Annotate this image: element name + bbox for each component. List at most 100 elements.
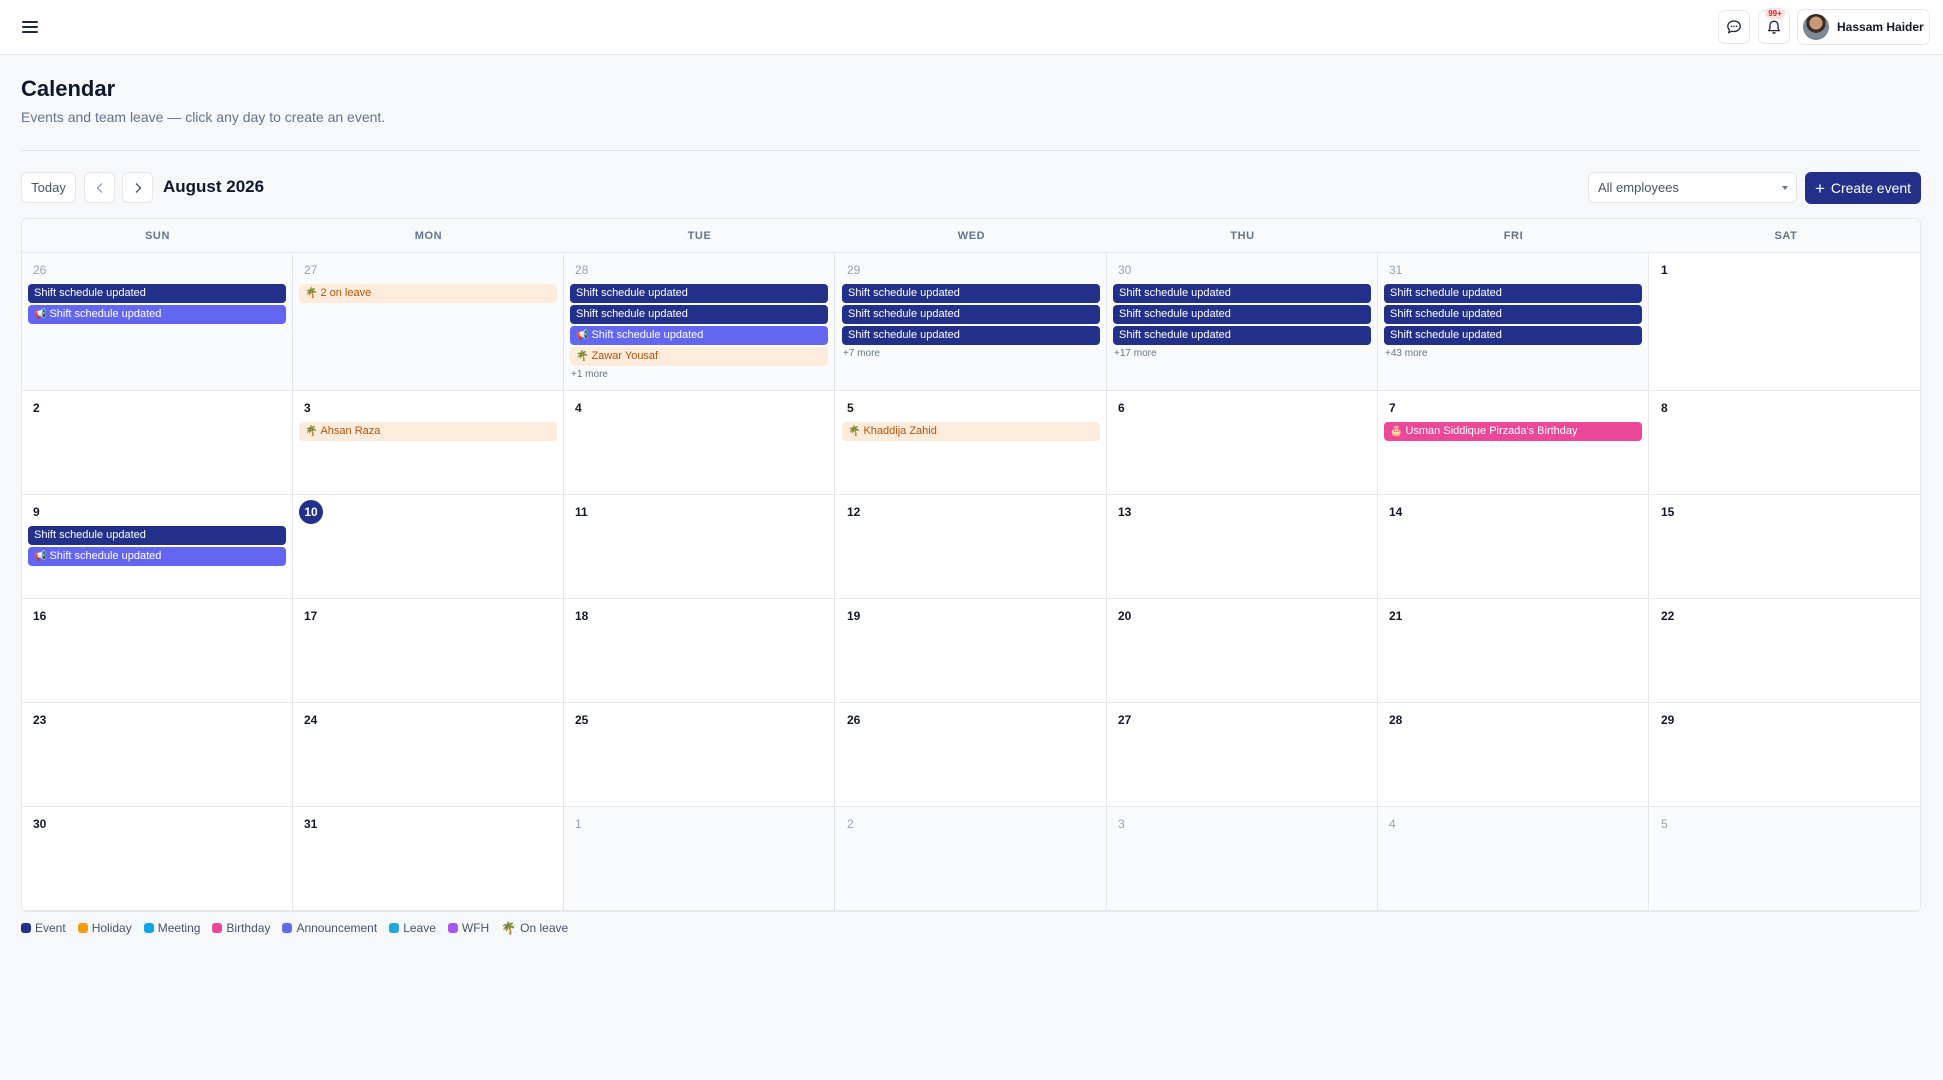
day-number: 7: [1389, 401, 1396, 415]
announcement-chip[interactable]: 📢 Shift schedule updated: [28, 547, 286, 566]
day-cell[interactable]: 27 🌴 2 on leave: [293, 253, 564, 391]
notification-badge: 99+: [1765, 8, 1785, 19]
day-cell[interactable]: 23: [22, 703, 293, 807]
legend-swatch: [143, 923, 154, 933]
announcement-chip[interactable]: 📢 Shift schedule updated: [28, 305, 286, 324]
day-cell[interactable]: 15: [1650, 495, 1920, 599]
weekday-wed: WED: [957, 230, 986, 242]
legend-item: Leave: [389, 921, 436, 935]
day-cell[interactable]: 28 Shift schedule updated Shift schedule u…: [564, 253, 835, 391]
event-label: Khaddija Zahid: [863, 425, 937, 437]
employee-filter-select[interactable]: All employees: [1588, 172, 1797, 203]
day-cell[interactable]: 4: [564, 391, 835, 495]
legend-swatch: [447, 923, 458, 933]
day-number: 28: [1389, 713, 1403, 727]
day-cell[interactable]: 26: [836, 703, 1107, 807]
day-cell[interactable]: 22: [1650, 599, 1920, 703]
leave-chip[interactable]: 🌴 Zawar Yousaf: [570, 347, 828, 366]
leave-chip[interactable]: 🌴 Khaddija Zahid: [842, 422, 1100, 441]
event-label: Zawar Yousaf: [591, 350, 659, 362]
event-label: Shift schedule updated: [591, 329, 704, 341]
day-cell[interactable]: 27: [1107, 703, 1378, 807]
day-cell[interactable]: 5 🌴 Khaddija Zahid: [836, 391, 1107, 495]
event-chip[interactable]: Shift schedule updated: [1113, 305, 1371, 324]
menu-icon[interactable]: [20, 18, 40, 36]
more-events-link[interactable]: +17 more: [1113, 347, 1371, 361]
event-chip[interactable]: Shift schedule updated: [28, 284, 286, 303]
day-cell[interactable]: 28: [1378, 703, 1649, 807]
day-cell[interactable]: 2: [22, 391, 293, 495]
day-events: Shift schedule updated 📢 Shift schedule up…: [28, 284, 286, 326]
day-cell[interactable]: 7 🎂 Usman Siddique Pirzada's Birthday: [1378, 391, 1649, 495]
event-chip[interactable]: Shift schedule updated: [842, 305, 1100, 324]
event-label: Shift schedule updated: [34, 287, 146, 299]
day-cell[interactable]: 2: [836, 807, 1107, 911]
day-cell[interactable]: 10: [293, 495, 564, 599]
event-label: Shift schedule updated: [49, 550, 162, 562]
day-cell[interactable]: 20: [1107, 599, 1378, 703]
event-label: Shift schedule updated: [1119, 308, 1231, 320]
day-cell[interactable]: 1: [564, 807, 835, 911]
next-month-button[interactable]: [122, 172, 153, 203]
event-label: Shift schedule updated: [1390, 287, 1502, 299]
day-cell[interactable]: 21: [1378, 599, 1649, 703]
day-number: 6: [1118, 401, 1125, 415]
day-cell[interactable]: 18: [564, 599, 835, 703]
event-chip[interactable]: Shift schedule updated: [842, 326, 1100, 345]
event-label: Shift schedule updated: [576, 308, 688, 320]
day-number: 26: [33, 263, 47, 277]
day-cell[interactable]: 14: [1378, 495, 1649, 599]
day-number: 3: [304, 401, 311, 415]
notifications-button[interactable]: 99+: [1758, 8, 1790, 44]
day-number: 12: [847, 505, 861, 519]
event-chip[interactable]: Shift schedule updated: [570, 284, 828, 303]
user-menu[interactable]: Hassam Haider: [1797, 9, 1930, 45]
day-cell[interactable]: 29: [1650, 703, 1920, 807]
day-cell[interactable]: 1: [1650, 253, 1920, 391]
day-cell[interactable]: 24: [293, 703, 564, 807]
day-cell[interactable]: 30: [22, 807, 293, 911]
day-cell[interactable]: 6: [1107, 391, 1378, 495]
event-chip[interactable]: Shift schedule updated: [1113, 284, 1371, 303]
event-chip[interactable]: Shift schedule updated: [1384, 305, 1642, 324]
event-chip[interactable]: Shift schedule updated: [842, 284, 1100, 303]
day-cell[interactable]: 3: [1107, 807, 1378, 911]
day-cell[interactable]: 3 🌴 Ahsan Raza: [293, 391, 564, 495]
leave-chip[interactable]: 🌴 Ahsan Raza: [299, 422, 557, 441]
messages-button[interactable]: [1718, 10, 1750, 44]
event-chip[interactable]: Shift schedule updated: [1113, 326, 1371, 345]
employee-filter-value: All employees: [1598, 180, 1679, 195]
day-cell[interactable]: 13: [1107, 495, 1378, 599]
day-cell[interactable]: 26 Shift schedule updated 📢 Shift schedule …: [22, 253, 293, 391]
birthday-chip[interactable]: 🎂 Usman Siddique Pirzada's Birthday: [1384, 422, 1642, 441]
day-cell[interactable]: 31 Shift schedule updated Shift schedule u…: [1378, 253, 1649, 391]
day-cell[interactable]: 16: [22, 599, 293, 703]
event-chip[interactable]: Shift schedule updated: [1384, 284, 1642, 303]
more-events-link[interactable]: +43 more: [1384, 347, 1642, 361]
day-cell[interactable]: 25: [564, 703, 835, 807]
day-cell[interactable]: 30 Shift schedule updated Shift schedule u…: [1107, 253, 1378, 391]
more-events-link[interactable]: +1 more: [570, 368, 828, 382]
day-cell[interactable]: 11: [564, 495, 835, 599]
day-cell[interactable]: 12: [836, 495, 1107, 599]
day-cell[interactable]: 31: [293, 807, 564, 911]
more-events-link[interactable]: +7 more: [842, 347, 1100, 361]
day-cell[interactable]: 5: [1650, 807, 1920, 911]
day-cell[interactable]: 17: [293, 599, 564, 703]
day-number: 11: [575, 505, 588, 519]
day-events: Shift schedule updated Shift schedule upd…: [570, 284, 828, 382]
day-cell[interactable]: 4: [1378, 807, 1649, 911]
today-button[interactable]: Today: [21, 172, 76, 203]
announcement-chip[interactable]: 📢 Shift schedule updated: [570, 326, 828, 345]
event-chip[interactable]: Shift schedule updated: [570, 305, 828, 324]
previous-month-button[interactable]: [84, 172, 115, 203]
leave-chip[interactable]: 🌴 2 on leave: [299, 284, 557, 303]
day-cell[interactable]: 8: [1650, 391, 1920, 495]
day-cell[interactable]: 9 Shift schedule updated 📢 Shift schedule u…: [22, 495, 293, 599]
create-event-button[interactable]: + Create event: [1805, 172, 1921, 204]
event-chip[interactable]: Shift schedule updated: [28, 526, 286, 545]
day-number: 19: [847, 609, 861, 623]
day-cell[interactable]: 29 Shift schedule updated Shift schedule u…: [836, 253, 1107, 391]
event-chip[interactable]: Shift schedule updated: [1384, 326, 1642, 345]
day-cell[interactable]: 19: [836, 599, 1107, 703]
